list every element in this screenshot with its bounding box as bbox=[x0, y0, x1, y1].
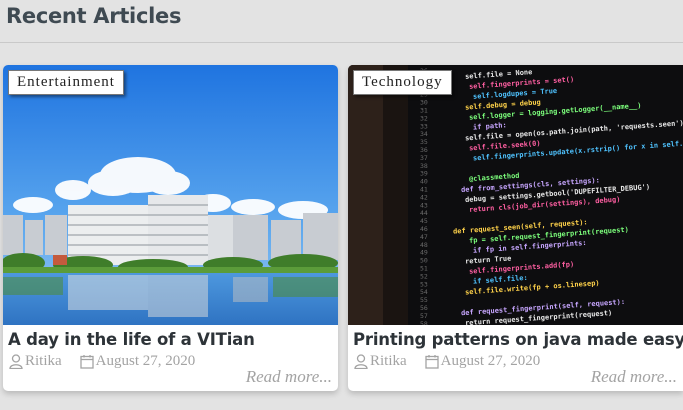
read-more-link[interactable]: Read more... bbox=[246, 367, 332, 387]
article-card[interactable]: Entertainment A day in the life of a VIT… bbox=[3, 65, 338, 391]
article-date: August 27, 2020 bbox=[95, 353, 196, 369]
code-line-number: 53 bbox=[420, 280, 428, 288]
author-name[interactable]: Ritika bbox=[25, 353, 62, 370]
code-line-number: 43 bbox=[420, 201, 428, 209]
article-date: August 27, 2020 bbox=[440, 353, 541, 369]
author-name[interactable]: Ritika bbox=[370, 353, 407, 370]
code-line-number: 47 bbox=[420, 233, 428, 241]
code-line-number: 39 bbox=[420, 170, 428, 178]
code-line-number: 57 bbox=[420, 312, 428, 320]
article-title[interactable]: Printing patterns on java made easy! bbox=[353, 330, 683, 349]
code-line-number: 35 bbox=[420, 138, 428, 146]
article-meta: Ritika August 27, 2020 bbox=[9, 353, 195, 370]
code-line-number: 52 bbox=[420, 272, 428, 280]
user-icon bbox=[9, 354, 23, 369]
calendar-icon bbox=[425, 354, 439, 369]
code-screen-image[interactable]: 2627282930313233343536373839404142434445… bbox=[348, 65, 683, 325]
code-line-number: 42 bbox=[420, 193, 428, 201]
code-line-number: 51 bbox=[420, 265, 428, 273]
article-meta: Ritika August 27, 2020 bbox=[354, 353, 540, 370]
user-icon bbox=[354, 354, 368, 369]
code-line-number: 41 bbox=[420, 186, 428, 194]
code-line-number: 31 bbox=[420, 107, 428, 115]
code-line-number: 55 bbox=[420, 296, 428, 304]
code-line-number: 36 bbox=[420, 146, 428, 154]
code-line-number: 30 bbox=[420, 99, 428, 107]
article-card[interactable]: 2627282930313233343536373839404142434445… bbox=[348, 65, 683, 391]
code-line-number: 48 bbox=[420, 241, 428, 249]
code-line-number: 46 bbox=[420, 225, 428, 233]
code-line-number: 37 bbox=[420, 154, 428, 162]
code-line-number: 54 bbox=[420, 288, 428, 296]
campus-photo-image[interactable] bbox=[3, 65, 338, 325]
read-more-link[interactable]: Read more... bbox=[591, 367, 677, 387]
code-line-number: 45 bbox=[420, 217, 428, 225]
code-line-number: 49 bbox=[420, 249, 428, 257]
code-line-number: 33 bbox=[420, 122, 428, 130]
code-line-number: 50 bbox=[420, 257, 428, 265]
article-title[interactable]: A day in the life of a VITian bbox=[8, 330, 255, 349]
section-title: Recent Articles bbox=[6, 4, 182, 28]
section-divider bbox=[0, 42, 683, 43]
code-line-number: 38 bbox=[420, 162, 428, 170]
code-line-number: 32 bbox=[420, 114, 428, 122]
category-badge[interactable]: Entertainment bbox=[8, 70, 124, 95]
code-line-number: 58 bbox=[420, 320, 428, 325]
code-line-number: 34 bbox=[420, 130, 428, 138]
code-line-number: 56 bbox=[420, 304, 428, 312]
calendar-icon bbox=[80, 354, 94, 369]
recent-articles-section: Recent Articles Entertainment A day in t… bbox=[0, 0, 683, 410]
code-line-number: 40 bbox=[420, 178, 428, 186]
category-badge[interactable]: Technology bbox=[353, 70, 452, 95]
code-line-number: 44 bbox=[420, 209, 428, 217]
